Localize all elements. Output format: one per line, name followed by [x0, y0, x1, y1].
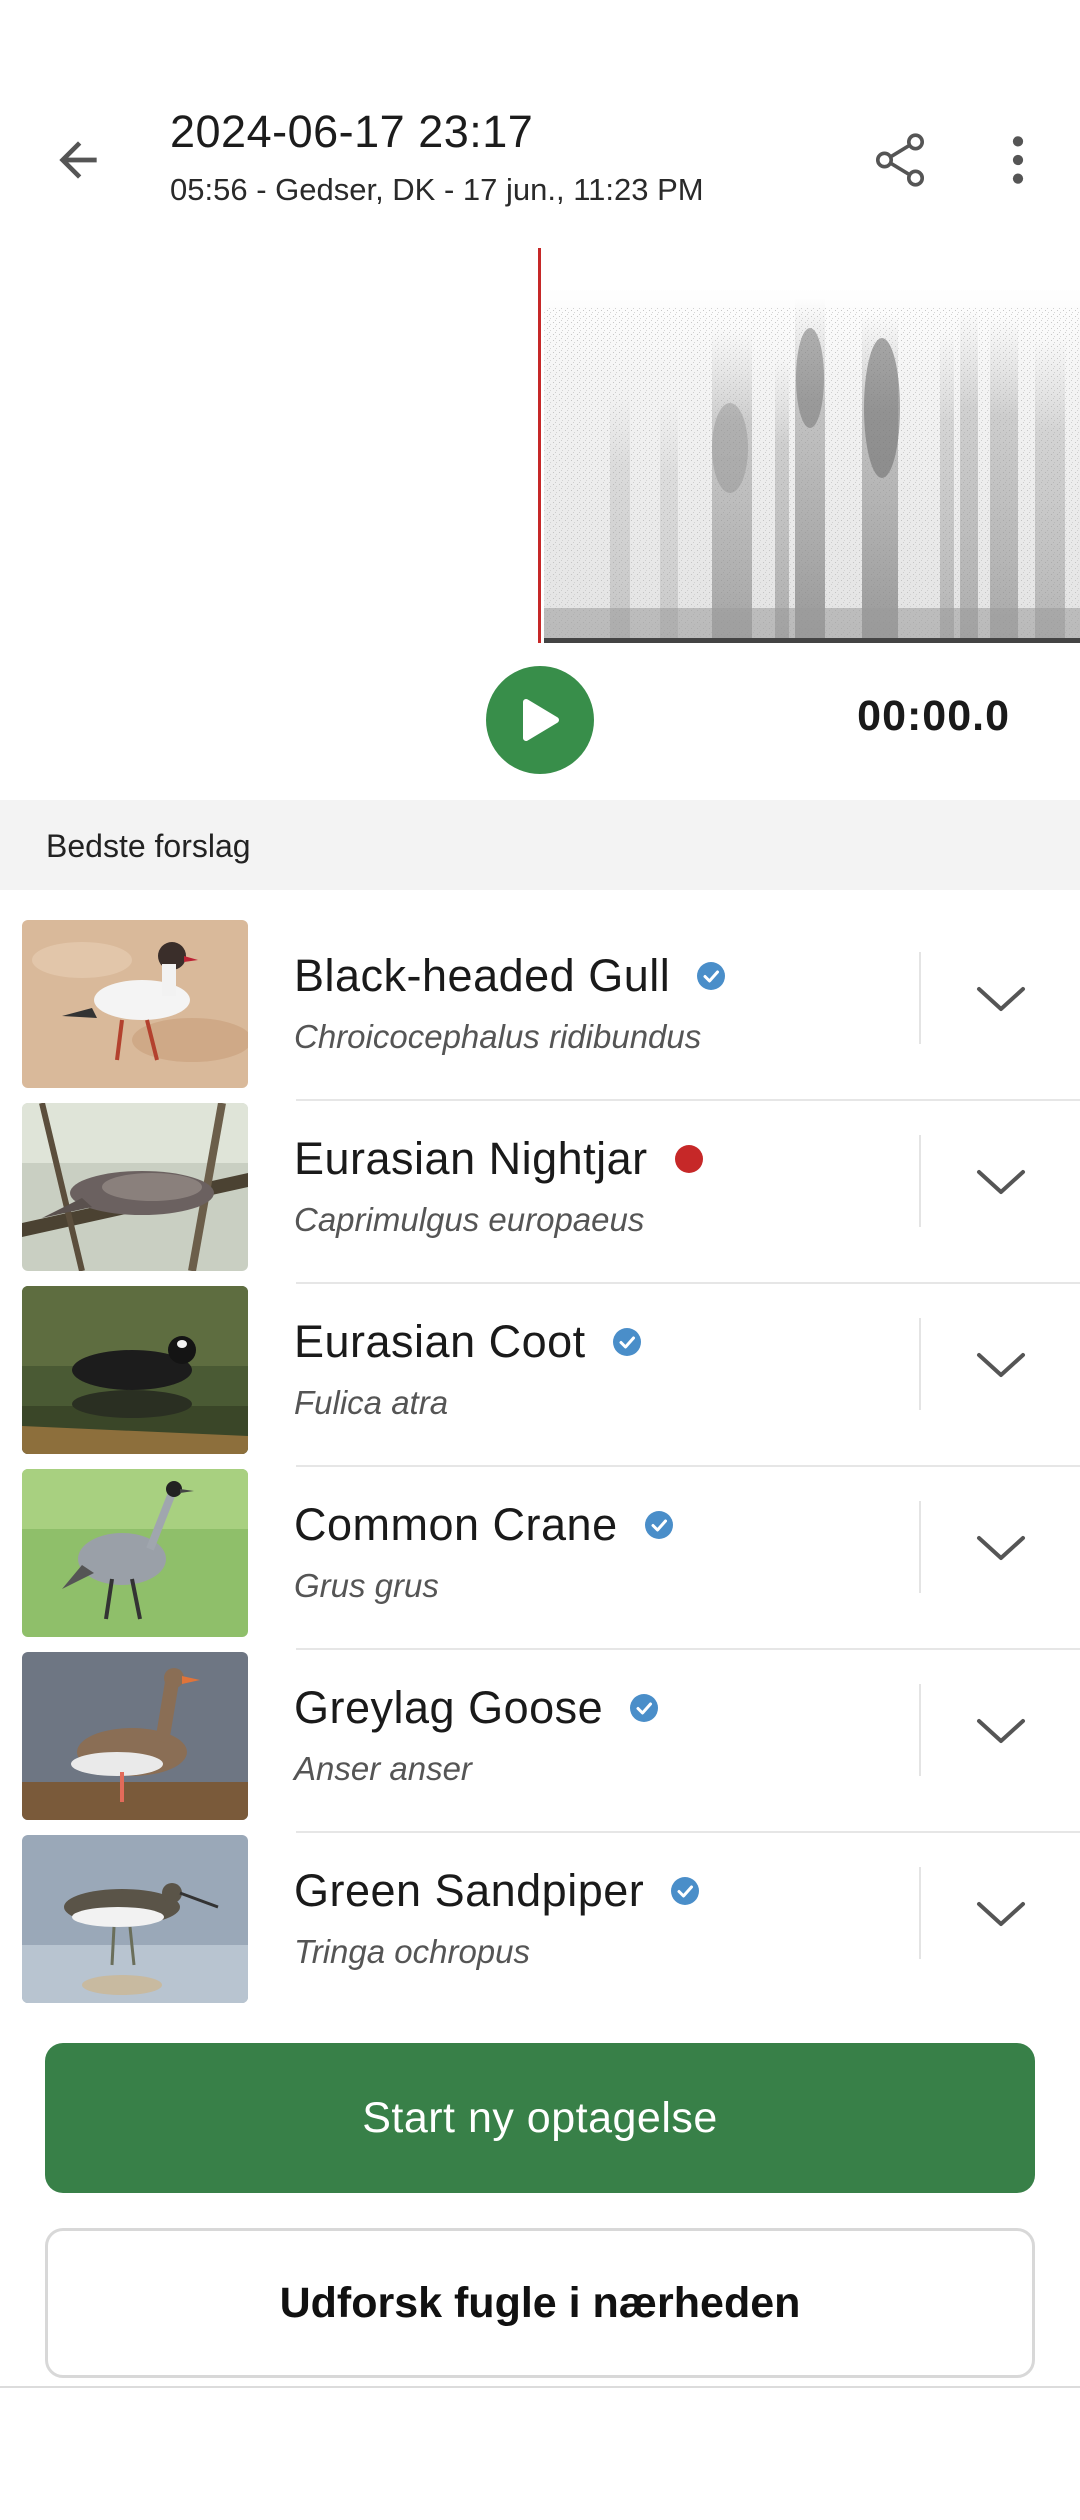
expand-button[interactable] [960, 1507, 1042, 1589]
bottom-divider [0, 2386, 1080, 2388]
list-item[interactable]: Eurasian Coot Fulica atra [0, 1284, 1080, 1467]
species-scientific-name: Anser anser [294, 1750, 472, 1787]
verified-icon [644, 1511, 673, 1539]
expand-button[interactable] [960, 1873, 1042, 1955]
chevron-down-icon [977, 1170, 1025, 1194]
share-icon [875, 133, 925, 187]
verified-icon [630, 1694, 659, 1722]
chevron-down-icon [977, 1353, 1025, 1377]
more-options-button[interactable] [978, 118, 1058, 202]
play-button[interactable] [486, 666, 594, 774]
divider [919, 1135, 921, 1227]
bird-photo [22, 1103, 248, 1271]
list-item[interactable]: Green Sandpiper Tringa ochropus [0, 1833, 1080, 2016]
chevron-down-icon [977, 1719, 1025, 1743]
bird-photo [22, 1652, 248, 1820]
suggestion-list: Black-headed Gull Chroicocephalus ridibu… [0, 918, 1080, 2016]
expand-button[interactable] [960, 1141, 1042, 1223]
species-scientific-name: Fulica atra [294, 1384, 449, 1421]
app-bar: 2024-06-17 23:17 05:56 - Gedser, DK - 17… [0, 80, 1080, 240]
arrow-left-icon [59, 141, 97, 179]
species-common-name: Black-headed Gull [294, 950, 726, 1002]
recording-subtitle: 05:56 - Gedser, DK - 17 jun., 11:23 PM [170, 172, 704, 207]
divider [919, 1684, 921, 1776]
explore-nearby-birds-button[interactable]: Udforsk fugle i nærheden [45, 2228, 1035, 2378]
list-item[interactable]: Greylag Goose Anser anser [0, 1650, 1080, 1833]
back-button[interactable] [36, 118, 120, 202]
divider [919, 1867, 921, 1959]
species-names: Common Crane Grus grus [294, 1499, 674, 1605]
play-icon [523, 699, 559, 741]
divider [919, 1318, 921, 1410]
recording-title-block: 2024-06-17 23:17 05:56 - Gedser, DK - 17… [170, 106, 704, 208]
species-common-name: Green Sandpiper [294, 1865, 700, 1917]
bird-photo [22, 920, 248, 1088]
expand-button[interactable] [960, 1690, 1042, 1772]
species-common-label: Eurasian Coot [294, 1316, 586, 1367]
list-item[interactable]: Common Crane Grus grus [0, 1467, 1080, 1650]
species-common-name: Eurasian Coot [294, 1316, 642, 1368]
species-common-label: Greylag Goose [294, 1682, 604, 1733]
bird-photo [22, 1835, 248, 2003]
chevron-down-icon [977, 987, 1025, 1011]
species-common-label: Eurasian Nightjar [294, 1133, 648, 1184]
section-title: Bedste forslag [46, 828, 251, 864]
recording-title: 2024-06-17 23:17 [170, 106, 534, 157]
bird-photo [22, 1469, 248, 1637]
species-names: Eurasian Nightjar Caprimulgus europaeus [294, 1133, 704, 1239]
list-item[interactable]: Eurasian Nightjar Caprimulgus europaeus [0, 1101, 1080, 1284]
divider [919, 1501, 921, 1593]
divider [919, 952, 921, 1044]
playback-time: 00:00.0 [857, 692, 1010, 740]
species-common-name: Common Crane [294, 1499, 674, 1551]
chevron-down-icon [977, 1536, 1025, 1560]
spectrogram[interactable] [0, 248, 1080, 643]
species-common-label: Common Crane [294, 1499, 618, 1550]
species-names: Greylag Goose Anser anser [294, 1682, 659, 1788]
species-common-label: Green Sandpiper [294, 1865, 645, 1916]
species-scientific-name: Chroicocephalus ridibundus [294, 1018, 702, 1055]
more-vert-icon [1012, 136, 1024, 184]
species-names: Eurasian Coot Fulica atra [294, 1316, 642, 1422]
species-common-label: Black-headed Gull [294, 950, 671, 1001]
list-item[interactable]: Black-headed Gull Chroicocephalus ridibu… [0, 918, 1080, 1101]
start-new-recording-button[interactable]: Start ny optagelse [45, 2043, 1035, 2193]
expand-button[interactable] [960, 958, 1042, 1040]
chevron-down-icon [977, 1902, 1025, 1926]
species-common-name: Greylag Goose [294, 1682, 659, 1734]
species-scientific-name: Tringa ochropus [294, 1933, 531, 1970]
share-button[interactable] [858, 118, 942, 202]
bird-photo [22, 1286, 248, 1454]
playhead [538, 248, 541, 643]
verified-icon [697, 962, 726, 990]
species-common-name: Eurasian Nightjar [294, 1133, 704, 1185]
verified-icon [671, 1877, 700, 1905]
species-names: Black-headed Gull Chroicocephalus ridibu… [294, 950, 726, 1056]
section-header: Bedste forslag [0, 800, 1080, 890]
species-scientific-name: Grus grus [294, 1567, 439, 1604]
verified-icon [612, 1328, 641, 1356]
expand-button[interactable] [960, 1324, 1042, 1406]
species-names: Green Sandpiper Tringa ochropus [294, 1865, 700, 1971]
rare-indicator-icon [674, 1145, 703, 1173]
species-scientific-name: Caprimulgus europaeus [294, 1201, 645, 1238]
